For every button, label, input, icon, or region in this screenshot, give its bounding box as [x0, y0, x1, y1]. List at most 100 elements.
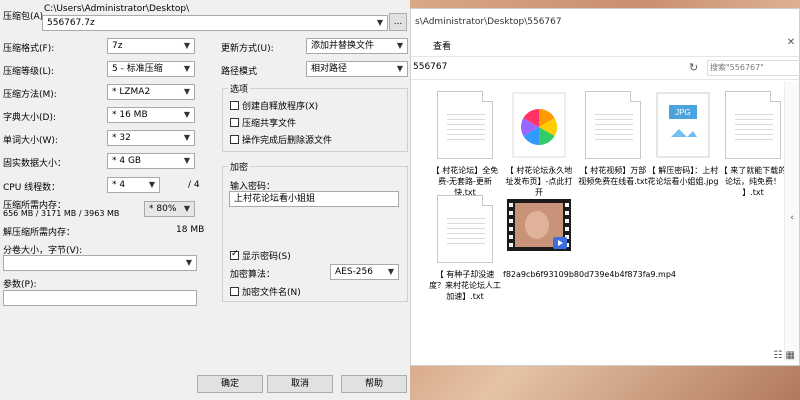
encryption-title: 加密: [228, 160, 251, 173]
threads-combo[interactable]: * 4 ▼: [107, 177, 160, 193]
dict-combo[interactable]: * 16 MB ▼: [107, 107, 195, 123]
search-input[interactable]: 搜索"556767": [707, 60, 800, 76]
list-item[interactable]: 【 村花论坛】全免费-无套路-更新快.txt: [429, 91, 501, 198]
opt-delete-checkbox[interactable]: 操作完成后删除源文件: [230, 133, 332, 146]
format-label: 压缩格式(F):: [3, 44, 55, 54]
pathmode-value: 相对路径: [311, 64, 348, 74]
archive-name-value: 556767.7z: [47, 18, 95, 28]
file-name: 【 村花论坛永久地址发布页】-点此打开: [505, 166, 573, 197]
file-list: 【 村花论坛】全免费-无套路-更新快.txt 【 村花论坛永久地址发布页】-点此…: [411, 81, 786, 361]
level-combo[interactable]: 5 - 标准压缩 ▼: [107, 61, 195, 77]
image-file-icon: JPG: [655, 91, 711, 159]
checkbox-box: [230, 101, 239, 110]
file-name: 【 来了就能下载的论坛，纯免费！ 】.txt: [719, 166, 787, 197]
cancel-button[interactable]: 取消: [267, 375, 333, 393]
solid-combo[interactable]: * 4 GB ▼: [107, 153, 195, 169]
checkbox-box: [230, 118, 239, 127]
chevron-down-icon: ▼: [185, 258, 193, 267]
method-label: 压缩方法(M):: [3, 90, 57, 100]
archive-path: C:\Users\Administrator\Desktop\: [44, 4, 190, 14]
address-bar: 556767 ↻ 搜索"556767": [411, 56, 800, 80]
list-item[interactable]: JPG 【 解压密码】：上村花论坛看小姐姐.jpg: [647, 91, 719, 187]
update-combo[interactable]: 添加并替换文件 ▼: [306, 38, 408, 54]
chevron-down-icon: ▼: [376, 18, 384, 27]
video-file-icon: [507, 195, 571, 263]
enc-method-value: AES-256: [335, 267, 373, 277]
solid-label: 固实数据大小：: [3, 159, 67, 169]
pathmode-combo[interactable]: 相对路径 ▼: [306, 61, 408, 77]
enc-method-combo[interactable]: AES-256 ▼: [330, 264, 399, 280]
ok-button[interactable]: 确定: [197, 375, 263, 393]
chevron-left-icon[interactable]: ‹: [785, 213, 799, 227]
list-item[interactable]: 【 来了就能下载的论坛，纯免费！ 】.txt: [717, 91, 789, 198]
params-label: 参数(P):: [3, 280, 37, 290]
archive-name-combo[interactable]: 556767.7z ▼: [42, 15, 388, 31]
update-value: 添加并替换文件: [311, 41, 375, 51]
text-file-icon: [725, 91, 781, 159]
file-name: 【 解压密码】：上村花论坛看小姐姐.jpg: [647, 166, 719, 186]
mem-percent-combo[interactable]: * 80% ▼: [144, 201, 195, 217]
chevron-down-icon: ▼: [396, 64, 404, 73]
checkbox-box: [230, 135, 239, 144]
method-combo[interactable]: * LZMA2 ▼: [107, 84, 195, 100]
solid-value: * 4 GB: [112, 156, 142, 166]
breadcrumb[interactable]: 556767: [413, 62, 447, 72]
encrypt-names-label: 加密文件名(N): [242, 288, 301, 298]
pathmode-label: 路径模式: [221, 67, 258, 77]
browse-button[interactable]: ...: [389, 13, 407, 31]
dict-label: 字典大小(D):: [3, 113, 56, 123]
password-input[interactable]: 上村花论坛看小姐姐: [229, 191, 399, 207]
encrypt-names-checkbox[interactable]: 加密文件名(N): [230, 285, 301, 298]
list-item[interactable]: f82a9cb6f93109b80d739e4b4f873fa9.mp4: [503, 195, 676, 280]
level-value: 5 - 标准压缩: [112, 64, 163, 74]
params-input[interactable]: [3, 290, 197, 306]
chevron-down-icon: ▼: [148, 180, 156, 189]
view-mode-icons[interactable]: ☷ ▦: [773, 350, 795, 361]
enc-method-label: 加密算法：: [230, 270, 276, 280]
chevron-down-icon: ▼: [183, 204, 191, 213]
chevron-down-icon: ▼: [183, 41, 191, 50]
svg-text:JPG: JPG: [675, 108, 691, 117]
list-item[interactable]: 【 村花论坛永久地址发布页】-点此打开: [503, 91, 575, 198]
text-file-icon: [585, 91, 641, 159]
file-name: 【 有种子却没速度？来村花论坛人工加速】.txt: [429, 270, 501, 301]
file-explorer-window: s\Administrator\Desktop\556767 查看 ✕ 5567…: [410, 8, 800, 366]
close-icon[interactable]: ✕: [783, 37, 799, 53]
refresh-icon[interactable]: ↻: [689, 61, 703, 75]
list-item[interactable]: 【 有种子却没速度？来村花论坛人工加速】.txt: [429, 195, 501, 302]
split-combo[interactable]: ▼: [3, 255, 197, 271]
method-value: * LZMA2: [112, 87, 151, 97]
opt-sfx-checkbox[interactable]: 创建自释放程序(X): [230, 99, 318, 112]
text-file-icon: [437, 195, 493, 263]
browser-shortcut-icon: [511, 91, 567, 159]
chevron-down-icon: ▼: [387, 267, 395, 276]
text-file-icon: [437, 91, 493, 159]
threads-value: * 4: [112, 180, 126, 190]
word-combo[interactable]: * 32 ▼: [107, 130, 195, 146]
opt-delete-label: 操作完成后删除源文件: [242, 136, 333, 146]
help-button[interactable]: 帮助: [341, 375, 407, 393]
chevron-down-icon: ▼: [183, 156, 191, 165]
opt-sfx-label: 创建自释放程序(X): [242, 102, 319, 112]
word-value: * 32: [112, 133, 131, 143]
checkbox-box: [230, 249, 239, 260]
archive-label: 压缩包(A): [3, 12, 44, 22]
show-password-checkbox[interactable]: 显示密码(S): [230, 249, 291, 262]
options-title: 选项: [228, 82, 251, 95]
dict-value: * 16 MB: [112, 110, 148, 120]
level-label: 压缩等级(L):: [3, 67, 55, 77]
format-combo[interactable]: 7z ▼: [107, 38, 195, 54]
chevron-down-icon: ▼: [183, 64, 191, 73]
opt-shared-checkbox[interactable]: 压缩共享文件: [230, 116, 296, 129]
update-label: 更新方式(U):: [221, 44, 274, 54]
add-to-archive-dialog: 压缩包(A) C:\Users\Administrator\Desktop\ 5…: [0, 0, 410, 400]
list-item[interactable]: 【 村花视频】万部视频免费在线看.txt: [577, 91, 649, 187]
opt-shared-label: 压缩共享文件: [242, 119, 297, 129]
file-name: 【 村花视频】万部视频免费在线看.txt: [578, 166, 648, 186]
menu-view[interactable]: 查看: [433, 39, 451, 52]
word-label: 单词大小(W):: [3, 136, 58, 146]
vertical-scrollbar[interactable]: ‹: [784, 81, 799, 361]
chevron-down-icon: ▼: [183, 110, 191, 119]
explorer-menu-bar: 查看: [411, 37, 799, 55]
threads-max: / 4: [188, 180, 200, 190]
